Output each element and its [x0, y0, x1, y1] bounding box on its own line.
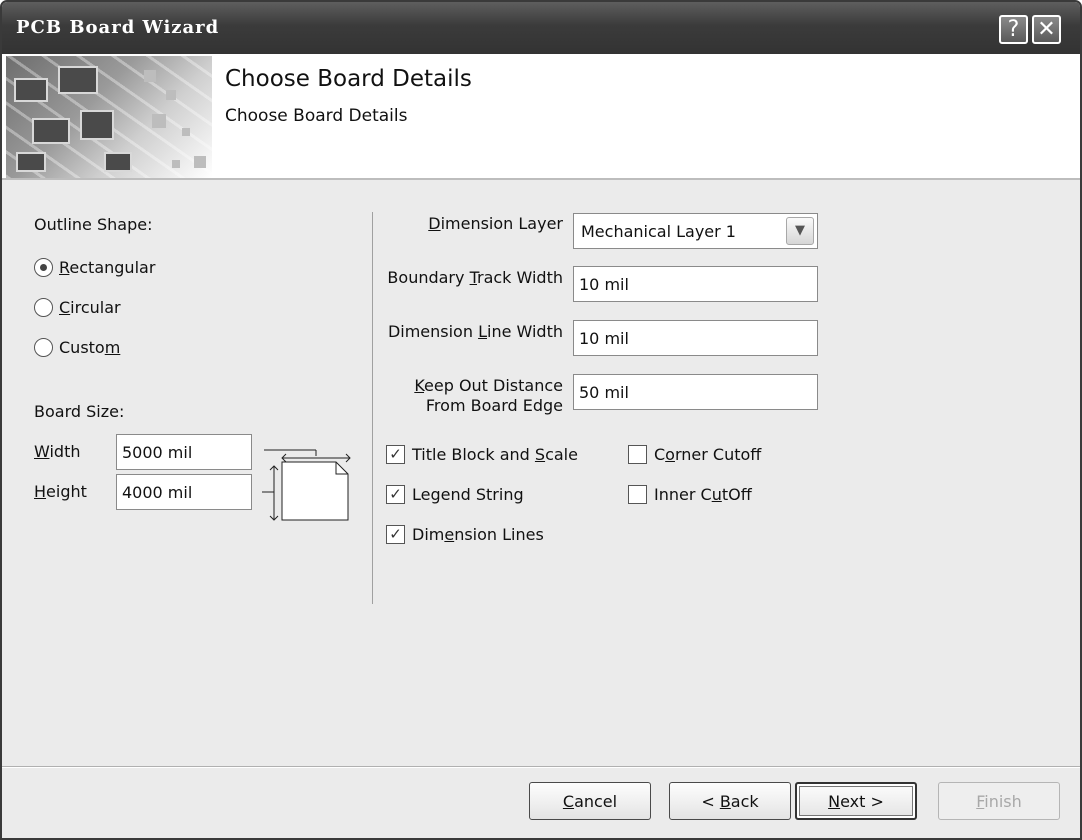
wizard-header: Choose Board Details Choose Board Detail…	[2, 54, 1080, 180]
checkbox-empty	[628, 485, 647, 504]
help-button[interactable]: ?	[999, 15, 1028, 44]
radio-indicator	[34, 338, 53, 357]
panel-divider	[372, 212, 373, 604]
dimension-line-width-input[interactable]	[573, 320, 818, 356]
title-block-and-scale-checkbox[interactable]: ✓ Title Block and Scale	[386, 445, 578, 464]
cancel-button[interactable]: Cancel	[529, 782, 651, 820]
window-title: PCB Board Wizard	[16, 17, 220, 38]
board-size-label: Board Size:	[34, 402, 125, 421]
dimension-layer-select[interactable]: Mechanical Layer 1 ▼	[573, 213, 818, 249]
height-input[interactable]	[116, 474, 252, 510]
radio-rectangular[interactable]: Rectangular	[34, 258, 155, 277]
title-bar[interactable]: PCB Board Wizard ? ✕	[2, 2, 1080, 54]
width-input[interactable]	[116, 434, 252, 470]
boundary-track-width-label: Boundary Track Width	[387, 268, 563, 287]
question-mark-icon: ?	[1007, 17, 1020, 42]
pcb-board-wizard-window: PCB Board Wizard ? ✕ Choose Board Detail…	[0, 0, 1082, 840]
radio-indicator	[34, 258, 53, 277]
radio-custom[interactable]: Custom	[34, 338, 120, 357]
dimension-layer-value: Mechanical Layer 1	[581, 222, 736, 241]
dimension-layer-label: Dimension Layer	[428, 214, 563, 233]
checkmark-icon: ✓	[386, 525, 405, 544]
back-button[interactable]: < Back	[669, 782, 791, 820]
page-subtitle: Choose Board Details	[225, 106, 408, 126]
close-icon: ✕	[1037, 17, 1056, 42]
dimension-line-width-label: Dimension Line Width	[387, 322, 563, 341]
finish-button: Finish	[938, 782, 1060, 820]
boundary-track-width-input[interactable]	[573, 266, 818, 302]
close-button[interactable]: ✕	[1032, 15, 1061, 44]
footer-divider	[2, 766, 1080, 768]
chevron-down-icon[interactable]: ▼	[786, 217, 814, 245]
circuit-board-icon	[6, 56, 212, 178]
radio-selected-dot	[40, 264, 47, 271]
keep-out-distance-label: Keep Out Distance From Board Edge	[414, 376, 563, 415]
board-size-diagram-icon	[262, 449, 351, 521]
height-label: Height	[34, 482, 87, 501]
inner-cutoff-checkbox[interactable]: Inner CutOff	[628, 485, 752, 504]
checkbox-empty	[628, 445, 647, 464]
checkmark-icon: ✓	[386, 445, 405, 464]
next-button[interactable]: Next >	[795, 782, 917, 820]
dimension-lines-checkbox[interactable]: ✓ Dimension Lines	[386, 525, 544, 544]
corner-cutoff-checkbox[interactable]: Corner Cutoff	[628, 445, 761, 464]
width-label: Width	[34, 442, 81, 461]
page-title: Choose Board Details	[225, 66, 472, 92]
legend-string-checkbox[interactable]: ✓ Legend String	[386, 485, 524, 504]
keep-out-distance-input[interactable]	[573, 374, 818, 410]
outline-shape-label: Outline Shape:	[34, 215, 153, 234]
radio-indicator	[34, 298, 53, 317]
radio-circular[interactable]: Circular	[34, 298, 121, 317]
checkmark-icon: ✓	[386, 485, 405, 504]
